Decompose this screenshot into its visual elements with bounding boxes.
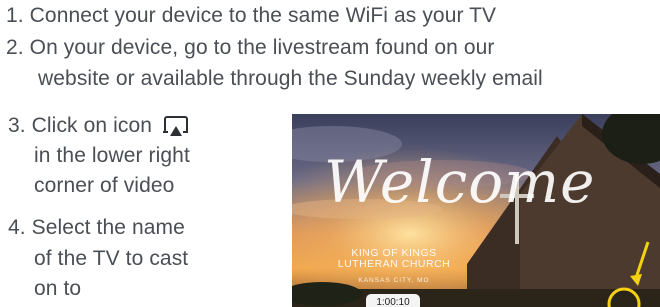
step-1-number: 1. xyxy=(6,4,24,27)
step-4: 4. Select the name xyxy=(8,212,185,244)
step-3-line-2: in the lower right xyxy=(34,140,190,172)
welcome-title: Welcome xyxy=(324,148,596,216)
step-2-text-line-1: On your device, go to the livestream fou… xyxy=(29,36,495,59)
church-city: KANSAS CITY, MO xyxy=(358,277,430,284)
step-3-text-line-2: in the lower right xyxy=(34,144,190,167)
airplay-icon xyxy=(163,116,189,136)
step-3-text-line-1: Click on icon xyxy=(31,114,153,137)
step-4-line-3: on to xyxy=(34,273,81,305)
church-name: KING OF KINGS LUTHERAN CHURCH xyxy=(337,247,451,270)
livestream-video-screenshot: Welcome KING OF KINGS LUTHERAN CHURCH KA… xyxy=(292,114,660,307)
step-4-text-line-1: Select the name xyxy=(31,216,185,239)
step-4-line-2: of the TV to cast xyxy=(34,243,188,275)
step-2-number: 2. xyxy=(6,36,24,59)
step-3-number: 3. xyxy=(8,114,26,137)
step-3-line-3: corner of video xyxy=(34,170,174,202)
step-2: 2. On your device, go to the livestream … xyxy=(6,32,495,64)
step-3-text-line-3: corner of video xyxy=(34,174,175,197)
step-4-number: 4. xyxy=(8,216,26,239)
video-timecode: 1:00:10 xyxy=(366,294,420,307)
step-2-text-line-2: website or available through the Sunday … xyxy=(38,67,543,90)
step-3: 3. Click on icon xyxy=(8,110,189,142)
step-4-text-line-3: on to xyxy=(34,277,82,300)
step-1-text: Connect your device to the same WiFi as … xyxy=(29,4,497,27)
step-1: 1. Connect your device to the same WiFi … xyxy=(6,0,496,32)
step-4-text-line-2: of the TV to cast xyxy=(34,247,189,270)
step-2-continuation: website or available through the Sunday … xyxy=(38,63,543,95)
